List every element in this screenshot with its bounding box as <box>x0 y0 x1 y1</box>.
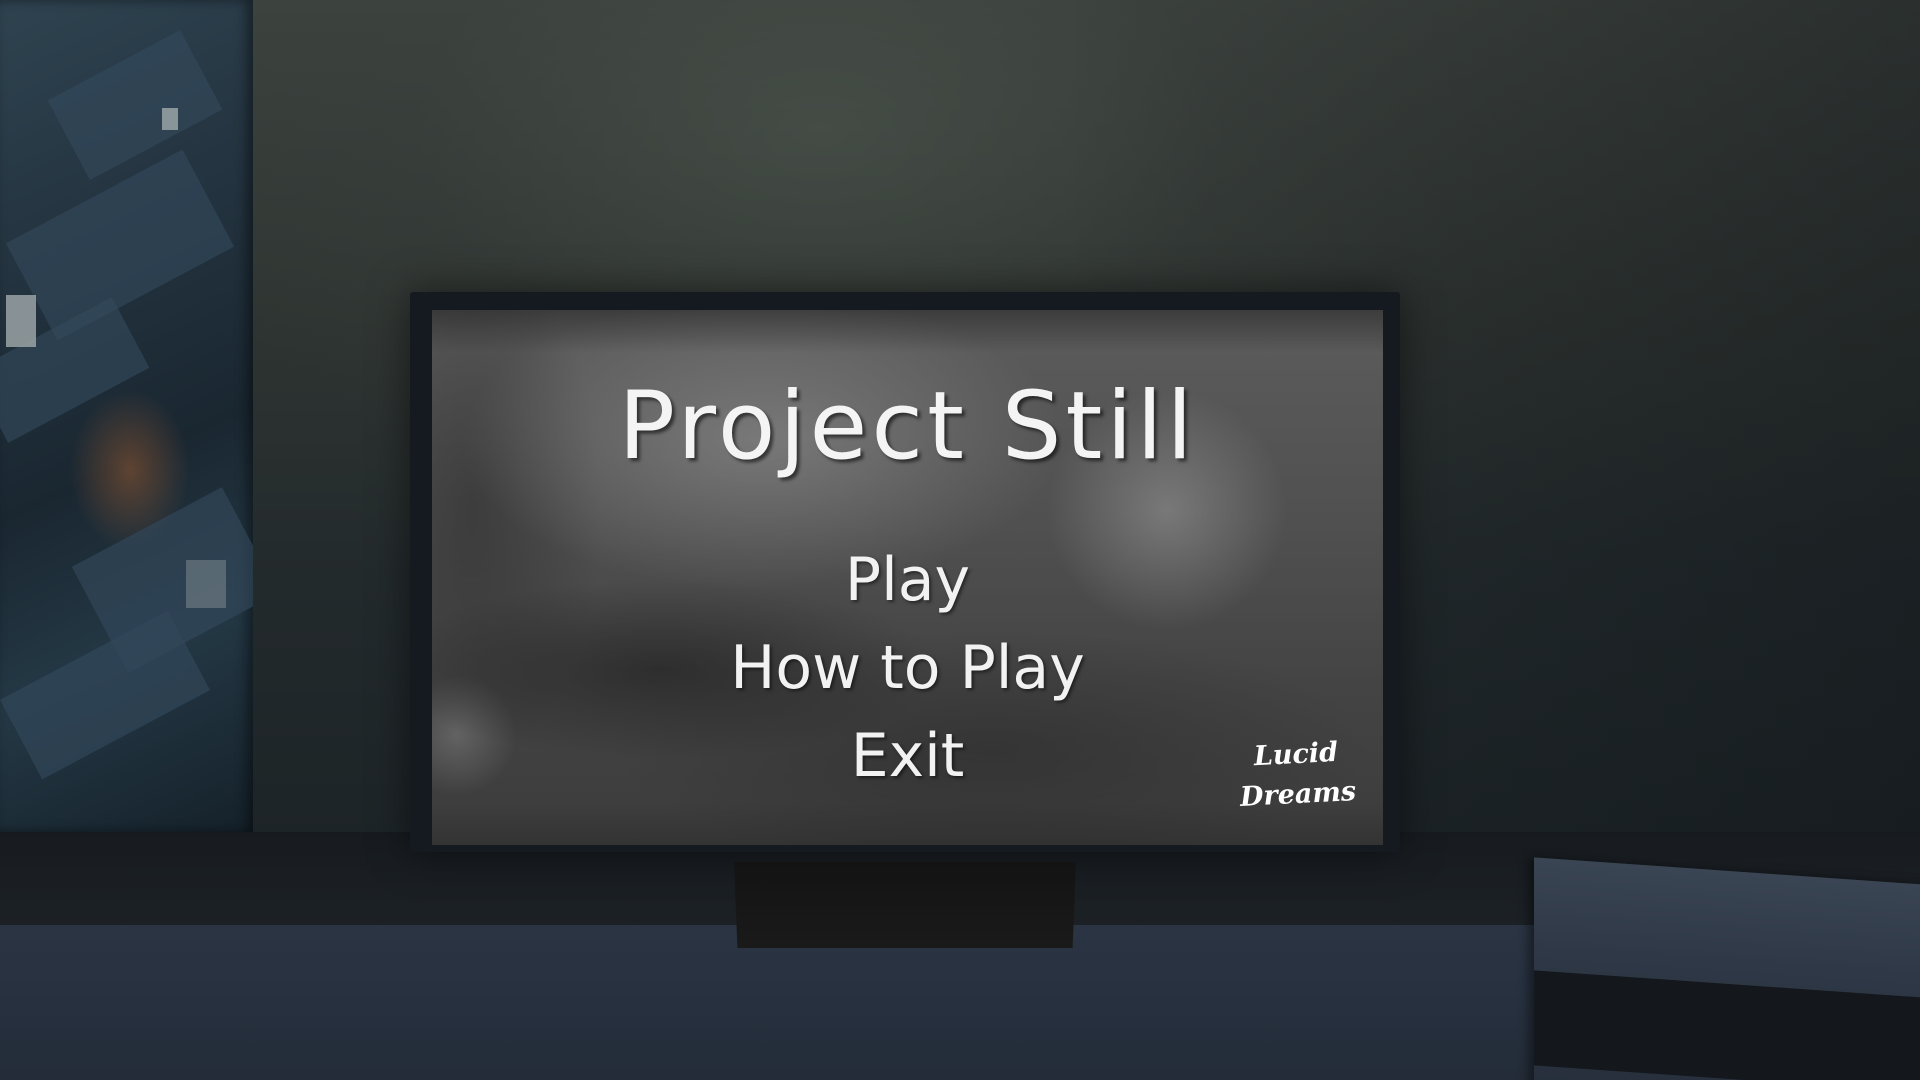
game-scene: Project Still Play How to Play Exit Luci… <box>0 0 1920 1080</box>
wall-poster <box>0 0 253 832</box>
main-menu: Project Still Play How to Play Exit Luci… <box>432 310 1383 845</box>
play-button[interactable]: Play <box>432 550 1383 610</box>
monitor-stand <box>734 862 1076 948</box>
monitor-screen: Project Still Play How to Play Exit Luci… <box>432 310 1383 845</box>
game-title: Project Still <box>618 372 1197 481</box>
exit-label: Exit <box>850 721 965 791</box>
studio-logo: Lucid Dreams <box>1230 732 1364 819</box>
studio-logo-line2: Dreams <box>1239 775 1357 813</box>
studio-logo-line1: Lucid <box>1253 736 1339 773</box>
how-to-play-button[interactable]: How to Play <box>432 638 1383 698</box>
how-to-play-label: How to Play <box>730 633 1085 703</box>
play-label: Play <box>844 545 971 615</box>
